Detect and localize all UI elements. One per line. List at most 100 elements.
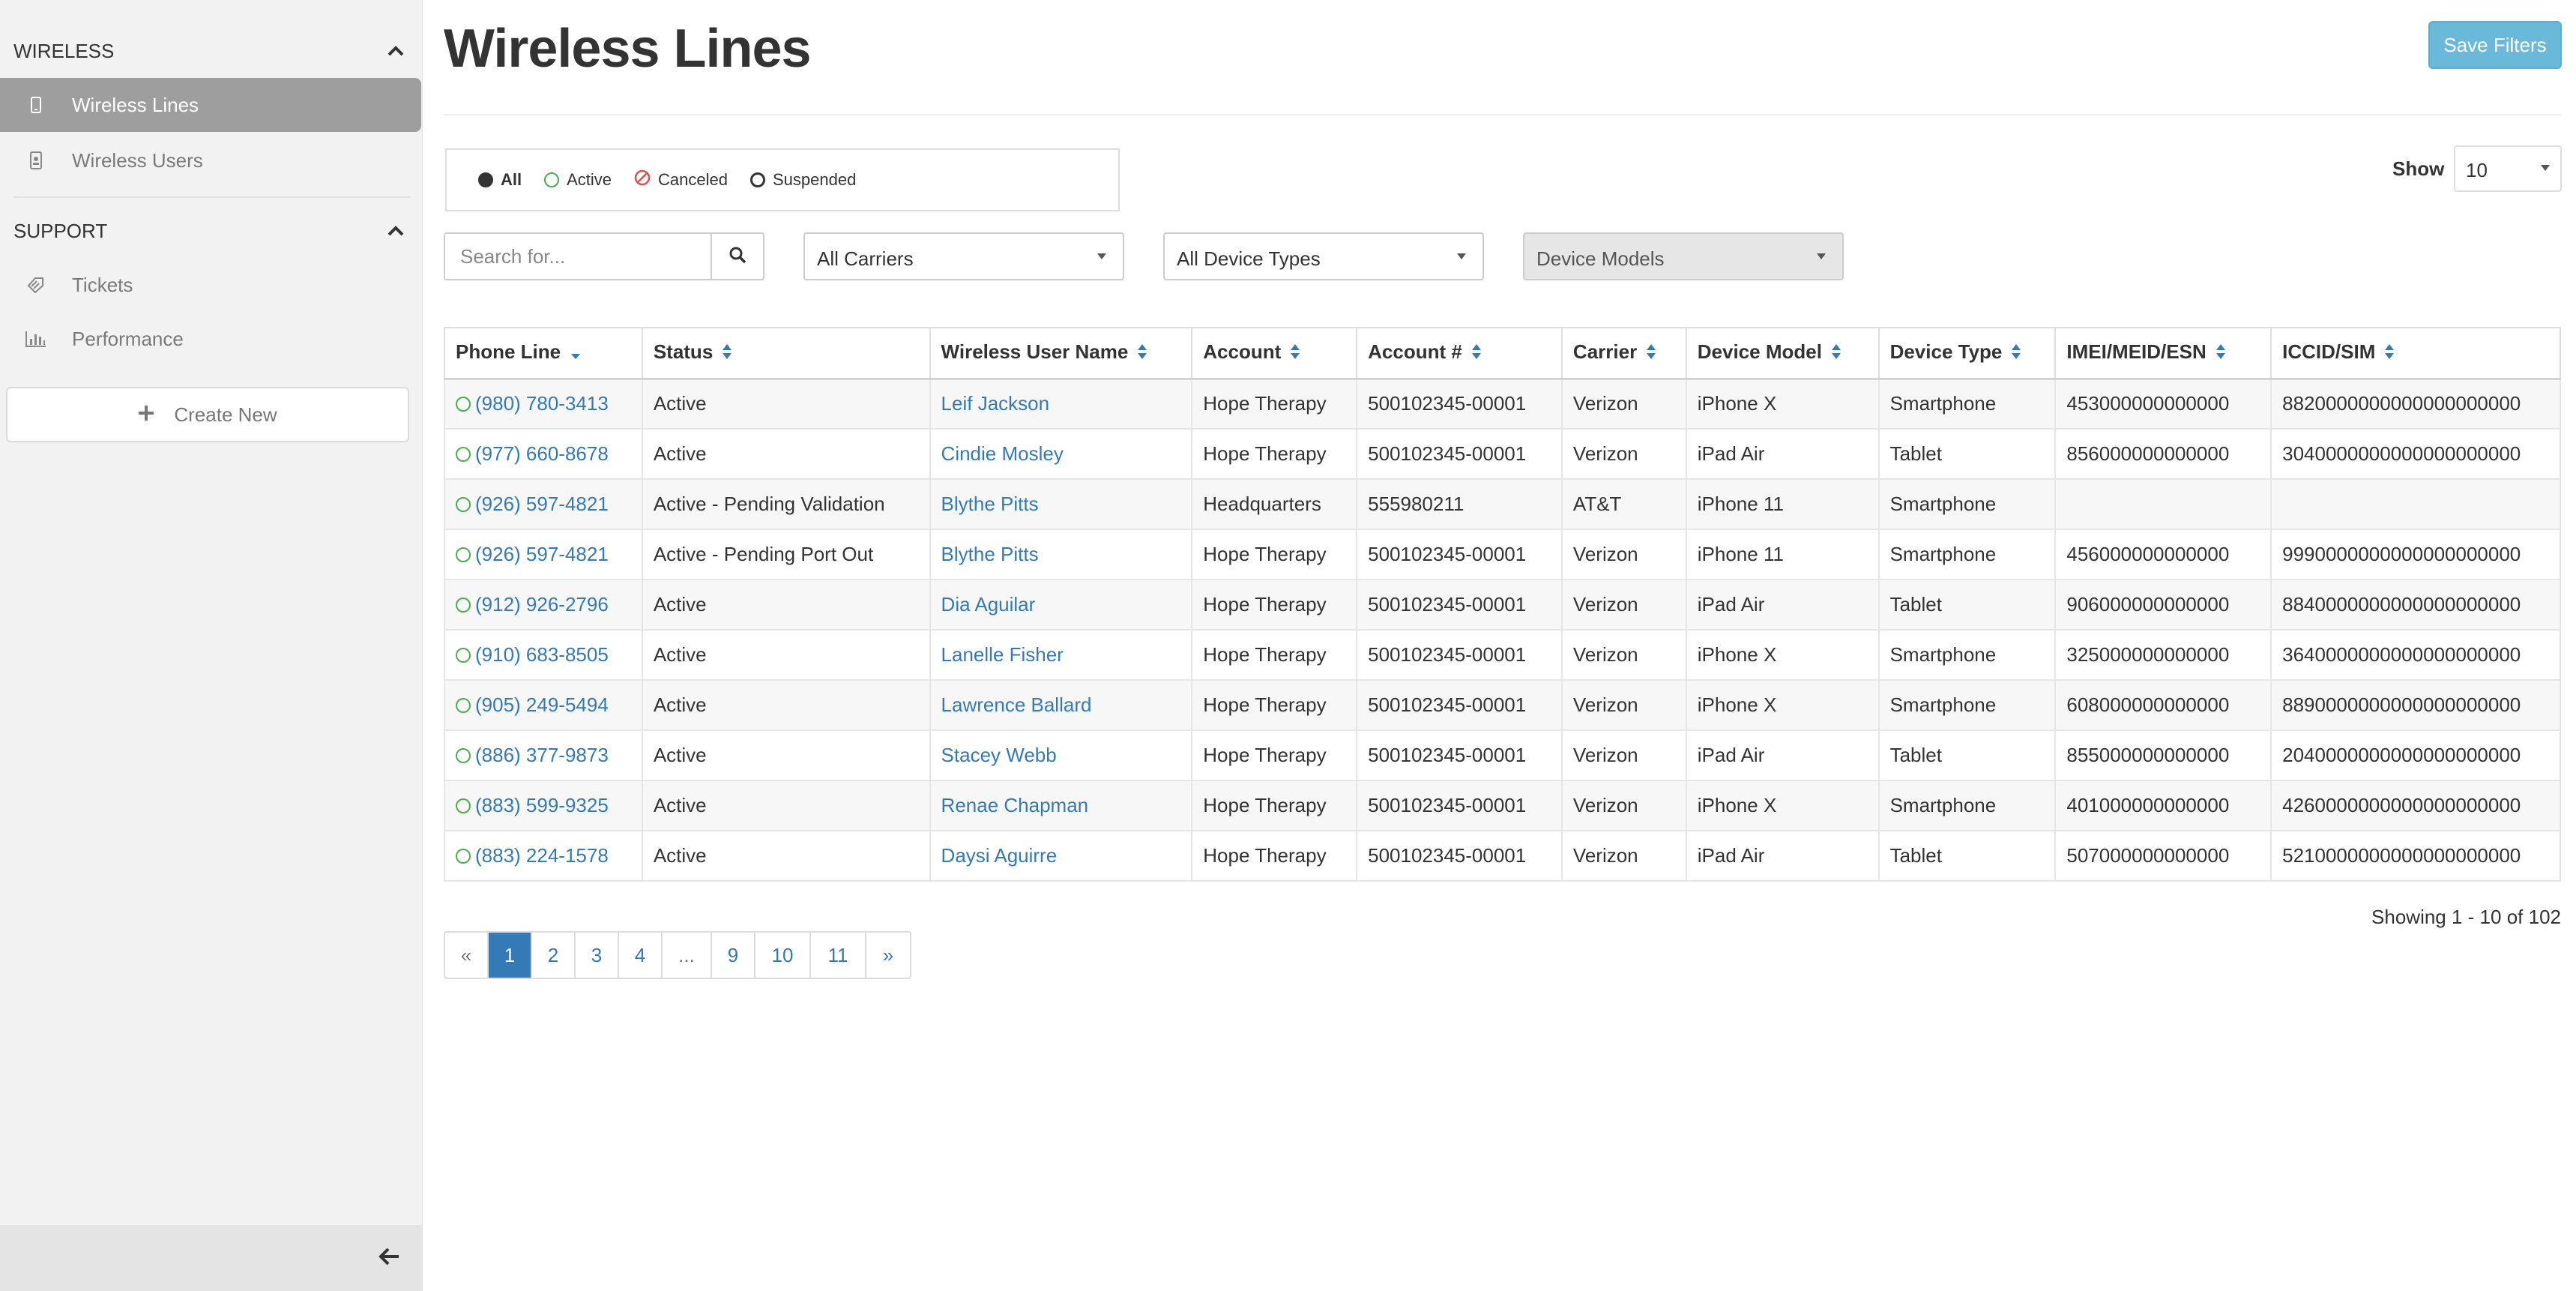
cell-user-name[interactable]: Dia Aguilar [929, 579, 1193, 631]
cell-user-name[interactable]: Leif Jackson [929, 378, 1193, 430]
cell-link[interactable]: (926) 597-4821 [475, 543, 609, 565]
cell-phone-line[interactable]: (886) 377-9873 [444, 729, 643, 781]
cell-user-name[interactable]: Lanelle Fisher [929, 629, 1193, 681]
cell-user-name[interactable]: Lawrence Ballard [929, 679, 1193, 731]
support-section-header[interactable]: SUPPORT [13, 208, 411, 253]
cell-imei: 855000000000000 [2054, 729, 2272, 781]
status-radio-canceled[interactable]: Canceled [634, 169, 728, 190]
column-header-account-number[interactable]: Account # [1356, 327, 1563, 380]
column-header-label: Wireless User Name [941, 340, 1129, 364]
page-button-9[interactable]: 9 [712, 933, 755, 978]
wireless-section-header[interactable]: WIRELESS [13, 28, 411, 73]
cell-phone-line[interactable]: (980) 780-3413 [444, 378, 643, 430]
cell-link[interactable]: Lanelle Fisher [941, 643, 1064, 666]
cell-link[interactable]: Blythe Pitts [941, 493, 1039, 515]
column-header-label: Account [1203, 340, 1282, 364]
cell-text: 325000000000000 [2066, 643, 2230, 666]
cell-link[interactable]: (926) 597-4821 [475, 493, 609, 515]
cell-link[interactable]: (905) 249-5494 [475, 693, 609, 716]
cell-user-name[interactable]: Daysi Aguirre [929, 830, 1193, 882]
table-row: (926) 597-4821 Active - Pending Port Out B… [444, 529, 2561, 580]
cell-user-name[interactable]: Renae Chapman [929, 780, 1193, 831]
column-header-carrier[interactable]: Carrier [1560, 327, 1687, 380]
page-button-3[interactable]: 3 [576, 933, 619, 978]
sidebar-item-tickets[interactable]: Tickets [0, 258, 423, 312]
cell-link[interactable]: (980) 780-3413 [475, 392, 609, 415]
carrier-select-value: All Carriers [817, 247, 914, 270]
cell-user-name[interactable]: Blythe Pitts [929, 529, 1193, 580]
search-input[interactable] [445, 234, 712, 279]
column-header-device-type[interactable]: Device Type [1877, 327, 2057, 380]
cell-phone-line[interactable]: (883) 224-1578 [444, 830, 643, 882]
cell-phone-line[interactable]: (912) 926-2796 [444, 579, 643, 631]
cell-text: 9990000000000000000000 [2282, 543, 2521, 565]
status-radio-suspended[interactable]: Suspended [750, 170, 856, 190]
chevron-up-icon[interactable] [381, 216, 411, 246]
cell-link[interactable]: Dia Aguilar [941, 593, 1036, 616]
column-header-iccid[interactable]: ICCID/SIM [2270, 327, 2561, 380]
carrier-select[interactable]: All Carriers [803, 232, 1124, 280]
page-button-10[interactable]: 10 [755, 933, 811, 978]
cell-link[interactable]: Leif Jackson [941, 392, 1050, 415]
sidebar-item-wireless-lines[interactable]: Wireless Lines [0, 78, 421, 132]
cell-link[interactable]: Blythe Pitts [941, 543, 1039, 565]
device-type-select[interactable]: All Device Types [1163, 232, 1484, 280]
column-header-account[interactable]: Account [1191, 327, 1358, 380]
cell-device-type: Smartphone [1877, 780, 2057, 831]
cell-text: Active - Pending Port Out [653, 543, 874, 565]
cell-user-name[interactable]: Cindie Mosley [929, 428, 1193, 480]
cell-link[interactable]: (883) 224-1578 [475, 844, 609, 867]
cell-carrier: Verizon [1560, 729, 1687, 781]
column-header-device-model[interactable]: Device Model [1685, 327, 1880, 380]
page-size-select[interactable]: 10 [2454, 145, 2562, 192]
column-header-status[interactable]: Status [641, 327, 931, 380]
cell-phone-line[interactable]: (905) 249-5494 [444, 679, 643, 731]
page-button-1[interactable]: 1 [489, 933, 532, 978]
cell-link[interactable]: Lawrence Ballard [941, 693, 1092, 716]
cell-link[interactable]: (886) 377-9873 [475, 744, 609, 766]
cell-phone-line[interactable]: (926) 597-4821 [444, 478, 643, 530]
column-header-phone-line[interactable]: Phone Line [444, 327, 643, 380]
cell-link[interactable]: Daysi Aguirre [941, 844, 1058, 867]
cell-text: Hope Therapy [1203, 693, 1327, 716]
arrow-left-icon[interactable] [378, 1247, 400, 1270]
cell-phone-line[interactable]: (977) 660-8678 [444, 428, 643, 480]
active-status-icon [456, 397, 471, 412]
status-radio-active[interactable]: Active [544, 170, 612, 190]
page-button-2[interactable]: 2 [532, 933, 576, 978]
cell-user-name[interactable]: Stacey Webb [929, 729, 1193, 781]
results-count: Showing 1 - 10 of 102 [2371, 906, 2561, 928]
page-next-button[interactable]: » [866, 933, 910, 978]
sidebar-collapse-bar[interactable] [0, 1225, 423, 1291]
cell-link[interactable]: Renae Chapman [941, 794, 1089, 816]
device-model-select[interactable]: Device Models [1523, 232, 1844, 280]
cell-link[interactable]: Cindie Mosley [941, 442, 1064, 465]
cell-user-name[interactable]: Blythe Pitts [929, 478, 1193, 530]
create-new-button[interactable]: Create New [6, 387, 409, 442]
cell-phone-line[interactable]: (910) 683-8505 [444, 629, 643, 681]
page-button-11[interactable]: 11 [811, 933, 866, 978]
page-prev-button[interactable]: « [445, 933, 489, 978]
cell-phone-line[interactable]: (883) 599-9325 [444, 780, 643, 831]
cell-link[interactable]: (977) 660-8678 [475, 442, 609, 465]
cell-phone-line[interactable]: (926) 597-4821 [444, 529, 643, 580]
page-button-4[interactable]: 4 [619, 933, 663, 978]
main-content: Wireless Lines Save Filters All Active C… [444, 0, 2562, 1291]
column-header-imei[interactable]: IMEI/MEID/ESN [2054, 327, 2272, 380]
search-button[interactable] [712, 234, 763, 279]
cell-link[interactable]: (910) 683-8505 [475, 643, 609, 666]
chevron-up-icon[interactable] [381, 36, 411, 66]
page-title: Wireless Lines [444, 19, 812, 79]
sidebar-item-wireless-users[interactable]: Wireless Users [0, 133, 423, 187]
cell-link[interactable]: (883) 599-9325 [475, 794, 609, 816]
create-new-label: Create New [174, 403, 277, 426]
save-filters-button[interactable]: Save Filters [2428, 21, 2562, 69]
sidebar-item-performance[interactable]: Performance [0, 312, 423, 366]
status-radio-all[interactable]: All [478, 170, 522, 190]
cell-account: Hope Therapy [1191, 579, 1358, 631]
column-header-wireless-user-name[interactable]: Wireless User Name [929, 327, 1193, 380]
cell-text: Tablet [1889, 744, 1942, 766]
cell-account: Hope Therapy [1191, 428, 1358, 480]
cell-link[interactable]: Stacey Webb [941, 744, 1057, 766]
cell-link[interactable]: (912) 926-2796 [475, 593, 609, 616]
